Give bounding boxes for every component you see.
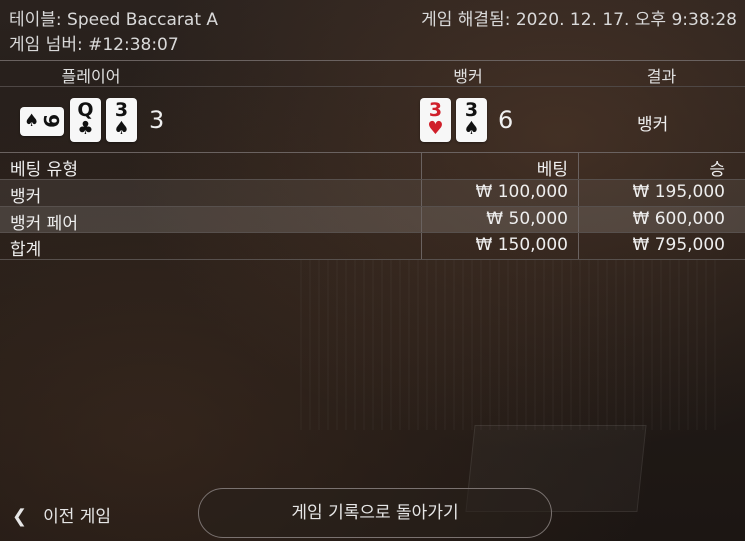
result-header-row: 플레이어 뱅커 결과	[0, 61, 745, 86]
previous-game-link[interactable]: ❮ 이전 게임	[12, 502, 111, 527]
bet-amount: ₩ 100,000	[475, 182, 568, 202]
player-score: 3	[149, 106, 165, 134]
playing-card: ♠ 9	[20, 107, 64, 136]
background-pattern	[300, 260, 720, 430]
card-suit: ♠	[24, 111, 40, 131]
win-amount: ₩ 195,000	[632, 182, 725, 202]
column-header-bet: 베팅	[536, 160, 568, 180]
footer-bar: ❮ 이전 게임 게임 기록으로 돌아가기	[0, 485, 745, 541]
divider	[0, 259, 745, 260]
previous-game-label: 이전 게임	[43, 507, 112, 527]
resolved-time: 게임 해결됨: 2020. 12. 17. 오후 9:38:28	[421, 10, 737, 30]
playing-card: 3 ♠	[456, 98, 487, 142]
chevron-left-icon: ❮	[12, 506, 28, 527]
total-bet: ₩ 150,000	[475, 235, 568, 255]
back-to-history-button[interactable]: 게임 기록으로 돌아가기	[198, 488, 552, 538]
card-rank: 9	[38, 114, 63, 128]
table-name: 테이블: Speed Baccarat A	[9, 10, 219, 30]
bet-type: 뱅커 페어	[10, 214, 78, 234]
result-header: 결과	[646, 67, 677, 86]
divider	[0, 232, 745, 233]
card-suit: ♣	[77, 118, 94, 139]
total-win: ₩ 795,000	[632, 235, 725, 255]
win-amount: ₩ 600,000	[632, 209, 725, 229]
card-suit: ♥	[427, 118, 444, 139]
game-number: 게임 넘버: #12:38:07	[9, 35, 179, 55]
table-row: 뱅커 ₩ 100,000 ₩ 195,000	[0, 180, 745, 207]
player-header: 플레이어	[61, 67, 121, 86]
banker-score: 6	[498, 106, 514, 134]
table-row: 뱅커 페어 ₩ 50,000 ₩ 600,000	[0, 207, 745, 234]
table-header-row: 베팅 유형 베팅 승	[0, 153, 745, 180]
game-info-header: 테이블: Speed Baccarat A 게임 넘버: #12:38:07 게…	[0, 0, 745, 60]
banker-header: 뱅커	[453, 67, 483, 86]
card-suit: ♠	[113, 118, 130, 139]
bet-amount: ₩ 50,000	[486, 209, 568, 229]
bet-type: 뱅커	[10, 187, 42, 207]
column-header-type: 베팅 유형	[10, 160, 78, 180]
playing-card: 3 ♠	[106, 98, 137, 142]
playing-card: Q ♣	[70, 98, 101, 142]
divider	[0, 86, 745, 87]
table-total-row: 합계 ₩ 150,000 ₩ 795,000	[0, 233, 745, 260]
card-suit: ♠	[463, 118, 480, 139]
winner-label: 뱅커	[637, 115, 669, 135]
column-header-win: 승	[709, 160, 725, 180]
divider	[0, 206, 745, 207]
total-label: 합계	[10, 240, 42, 260]
playing-card: 3 ♥	[420, 98, 451, 142]
divider	[0, 179, 745, 180]
